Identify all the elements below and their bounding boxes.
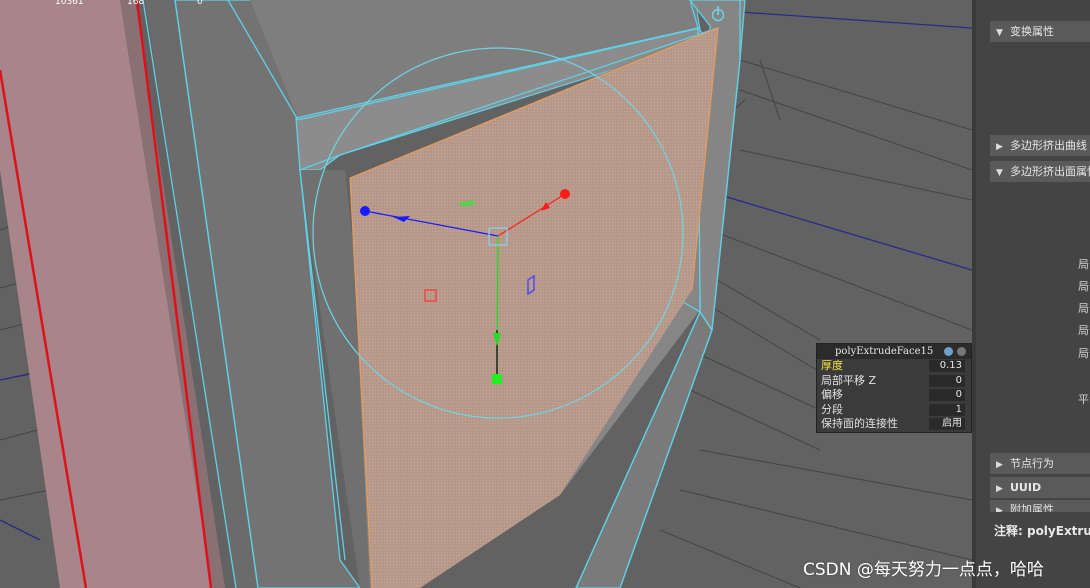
section-label: 变换属性 [1010,25,1054,38]
x-axis-tip[interactable] [560,189,570,199]
channel-box-title: polyExtrudeFace15 [817,344,971,359]
in-view-channel-box[interactable]: polyExtrudeFace15 厚度 0.13 局部平移 Z 0 偏移 0 … [816,343,972,433]
z-axis-tip[interactable] [360,206,370,216]
section-label: 节点行为 [1010,457,1054,470]
section-label: 附加属性 [1010,503,1054,512]
channel-label: 厚度 [821,359,843,372]
triangle-right-icon: ▶ [996,484,1003,494]
section-label: UUID [1010,481,1042,494]
attr-local-label: 局部 [1078,347,1090,360]
section-poly-extrude-face[interactable]: ▼ 多边形挤出面属性 [990,161,1090,182]
y-axis-tip[interactable] [492,374,502,384]
attr-local-label: 局部 [1078,280,1090,293]
scene-canvas[interactable] [0,0,972,588]
section-label: 多边形挤出曲线 [1010,139,1087,152]
attr-smooth-label: 平滑 [1078,393,1090,406]
attr-local-label: 局部 [1078,324,1090,337]
close-icon[interactable] [957,347,966,356]
notes-label: 注释: polyExtrudeFace15 [994,524,1090,538]
section-label: 多边形挤出面属性 [1010,165,1090,178]
attribute-editor-panel[interactable]: ▼变换属性 ▶多边形挤出曲线 ▼多边形挤出面属性 局部 局部 局部 局部 局部 … [972,0,1090,588]
hud-face-count: 0 [197,0,203,7]
channel-row-thickness[interactable]: 厚度 0.13 [817,359,971,374]
channel-row-keep-faces-together[interactable]: 保持面的连接性 启用 [817,417,971,432]
triangle-down-icon: ▼ [996,168,1003,178]
triangle-down-icon: ▼ [996,28,1003,38]
triangle-right-icon: ▶ [996,506,1003,512]
channel-label: 局部平移 Z [821,373,877,387]
viewport-3d[interactable]: 10361 168 0 polyExtrudeFace15 厚度 0.13 局部… [0,0,972,588]
channel-row-local-translate-z[interactable]: 局部平移 Z 0 [817,374,971,389]
channel-value-field[interactable]: 0.13 [929,360,965,372]
attr-local-label: 局部 [1078,302,1090,315]
channel-value-field[interactable]: 1 [929,403,965,416]
watermark-text: CSDN @每天努力一点点，哈哈 [803,560,1044,580]
section-transform-attributes[interactable]: ▼ 变换属性 [990,21,1090,42]
section-extra-attributes[interactable]: ▶ 附加属性 [990,500,1090,512]
channel-value-field[interactable]: 0 [929,374,965,387]
channel-row-offset[interactable]: 偏移 0 [817,388,971,403]
hud-edge-count: 168 [127,0,145,7]
hud-vertex-count: 10361 [55,0,84,7]
channel-label: 保持面的连接性 [821,417,898,431]
channel-value-field[interactable]: 0 [929,389,965,402]
triangle-right-icon: ▶ [996,460,1003,470]
channel-label: 分段 [821,402,843,416]
attr-local-label: 局部 [1078,258,1090,271]
section-uuid[interactable]: ▶ UUID [990,477,1090,498]
channel-value-field[interactable]: 启用 [929,418,965,431]
section-poly-extrude-curve[interactable]: ▶ 多边形挤出曲线 [990,135,1090,156]
section-node-behavior[interactable]: ▶ 节点行为 [990,453,1090,474]
triangle-right-icon: ▶ [996,142,1003,152]
channel-label: 偏移 [821,388,843,402]
info-icon[interactable] [944,347,953,356]
channel-box-title-text: polyExtrudeFace15 [835,346,934,357]
channel-row-divisions[interactable]: 分段 1 [817,403,971,418]
